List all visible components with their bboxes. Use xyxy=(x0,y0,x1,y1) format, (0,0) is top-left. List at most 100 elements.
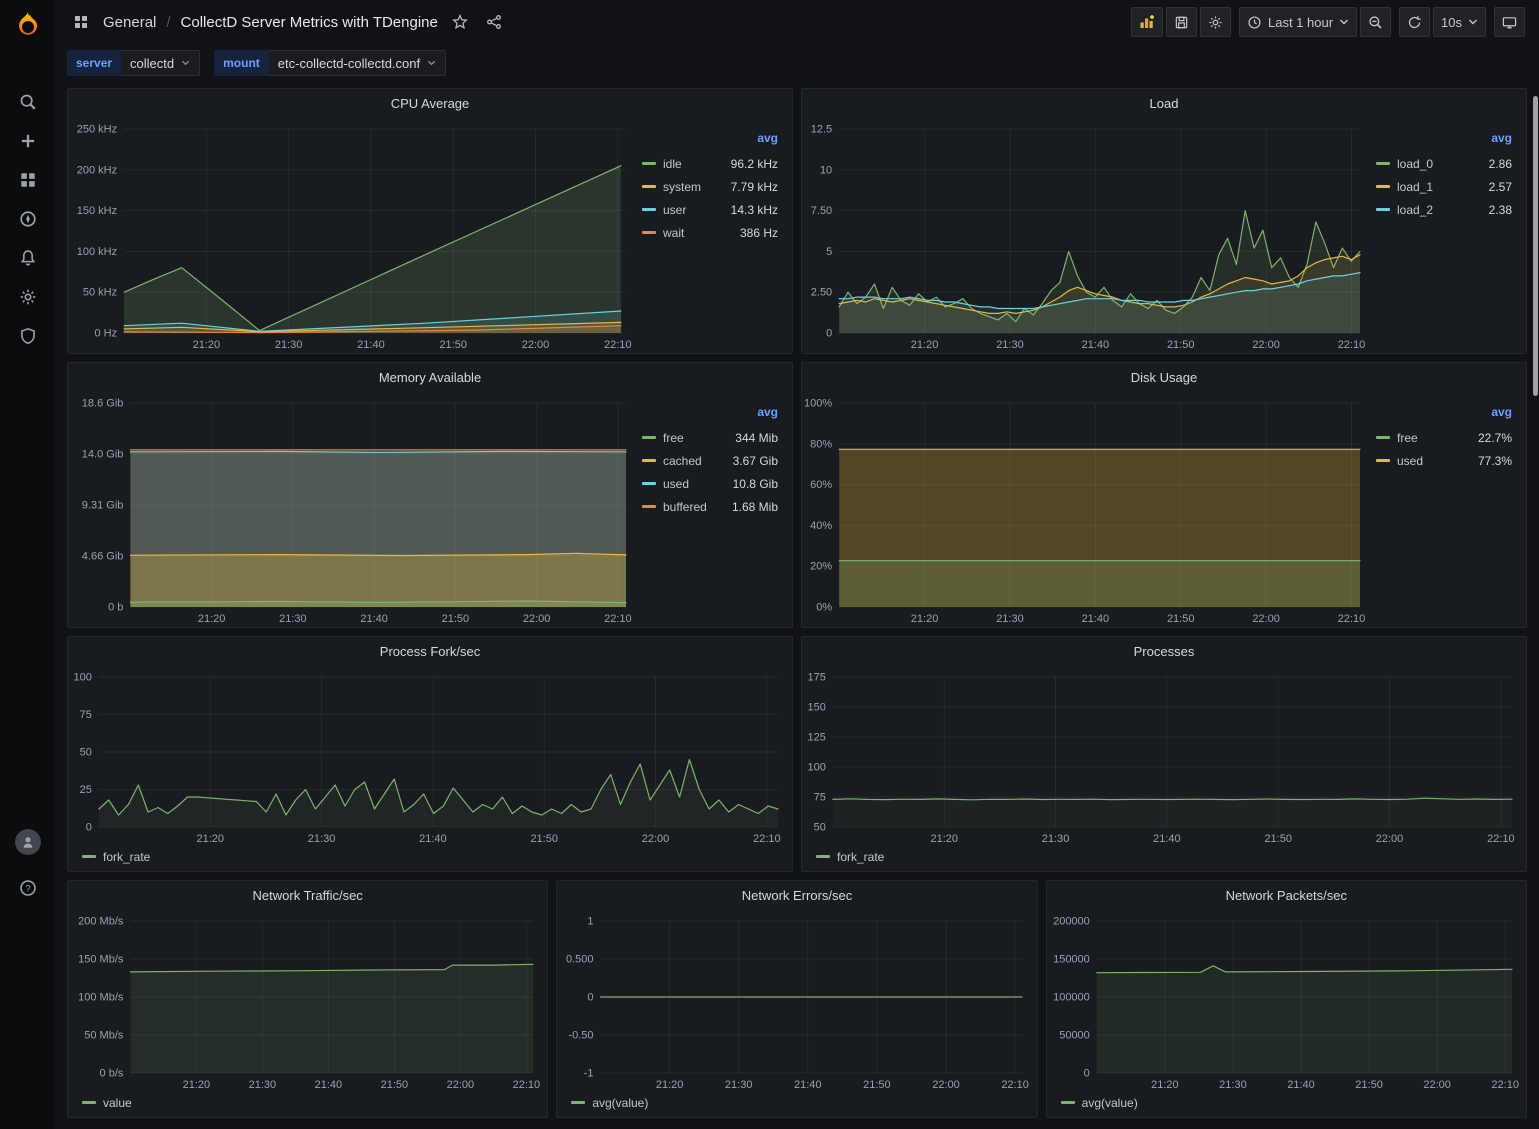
svg-text:22:10: 22:10 xyxy=(1487,833,1515,845)
svg-text:21:50: 21:50 xyxy=(381,1079,409,1091)
chart-network-traffic[interactable]: 0 b/s50 Mb/s100 Mb/s150 Mb/s200 Mb/s21:2… xyxy=(68,911,547,1093)
legend-item-free[interactable]: free344 Mib xyxy=(642,426,778,449)
legend-item-idle[interactable]: idle96.2 kHz xyxy=(642,152,778,175)
legend-swatch xyxy=(642,185,656,188)
share-button[interactable] xyxy=(482,10,506,34)
sidebar-item-dashboards[interactable] xyxy=(8,160,48,199)
legend-label: used xyxy=(1397,454,1423,468)
legend-item-fork_rate[interactable]: fork_rate xyxy=(816,850,884,864)
legend-item-user[interactable]: user14.3 kHz xyxy=(642,198,778,221)
legend-item-used[interactable]: used77.3% xyxy=(1376,449,1512,472)
sidebar-item-help[interactable]: ? xyxy=(8,868,48,907)
svg-text:125: 125 xyxy=(808,732,826,744)
chart-svg: 0%20%40%60%80%100%21:2021:3021:4021:5022… xyxy=(802,393,1374,627)
svg-text:150000: 150000 xyxy=(1053,954,1090,966)
svg-text:21:40: 21:40 xyxy=(1082,339,1110,351)
legend-label: idle xyxy=(663,157,682,171)
panel-header[interactable]: Processes xyxy=(802,637,1526,667)
chart-network-errors[interactable]: -1-0.5000.500121:2021:3021:4021:5022:002… xyxy=(557,911,1036,1093)
sidebar-item-server-admin[interactable] xyxy=(8,316,48,355)
chart-network-packets[interactable]: 05000010000015000020000021:2021:3021:402… xyxy=(1047,911,1526,1093)
svg-text:-0.50: -0.50 xyxy=(569,1030,594,1042)
panel-header[interactable]: CPU Average xyxy=(68,89,792,119)
svg-text:21:50: 21:50 xyxy=(1355,1079,1383,1091)
svg-text:0%: 0% xyxy=(816,602,832,614)
legend-item-load_1[interactable]: load_12.57 xyxy=(1376,175,1512,198)
panel-header[interactable]: Network Traffic/sec xyxy=(68,881,547,911)
legend-swatch xyxy=(82,855,96,858)
legend-item-used[interactable]: used10.8 Gib xyxy=(642,472,778,495)
cycle-view-mode-button[interactable] xyxy=(1494,7,1525,37)
legend-item-avg(value)[interactable]: avg(value) xyxy=(571,1096,648,1110)
legend-item-buffered[interactable]: buffered1.68 Mib xyxy=(642,495,778,518)
chart-svg: 02.5057.501012.521:2021:3021:4021:5022:0… xyxy=(802,119,1374,353)
chart-memory-available[interactable]: 0 b4.66 Gib9.31 Gib14.0 Gib18.6 Gib21:20… xyxy=(68,393,640,627)
scrollbar-thumb[interactable] xyxy=(1533,96,1538,396)
dashboard-settings-button[interactable] xyxy=(1200,7,1231,37)
add-panel-icon xyxy=(1139,14,1155,30)
chart-disk-usage[interactable]: 0%20%40%60%80%100%21:2021:3021:4021:5022… xyxy=(802,393,1374,627)
svg-text:1: 1 xyxy=(588,916,594,928)
star-button[interactable] xyxy=(448,10,472,34)
svg-text:0 Hz: 0 Hz xyxy=(94,328,117,340)
legend-label: fork_rate xyxy=(103,850,150,864)
variable-mount[interactable]: mount etc-collectd-collectd.conf xyxy=(214,50,446,76)
panel-header[interactable]: Network Errors/sec xyxy=(557,881,1036,911)
chart-load[interactable]: 02.5057.501012.521:2021:3021:4021:5022:0… xyxy=(802,119,1374,353)
svg-text:-1: -1 xyxy=(584,1068,594,1080)
user-avatar[interactable] xyxy=(15,829,41,855)
panel-header[interactable]: Memory Available xyxy=(68,363,792,393)
sidebar-item-configuration[interactable] xyxy=(8,277,48,316)
panel-process-fork: Process Fork/sec 025507510021:2021:3021:… xyxy=(67,636,793,872)
legend-item-fork_rate[interactable]: fork_rate xyxy=(82,850,150,864)
chart-cpu-average[interactable]: 0 Hz50 kHz100 kHz150 kHz200 kHz250 kHz21… xyxy=(68,119,640,353)
svg-text:50: 50 xyxy=(814,822,826,834)
legend-item-load_2[interactable]: load_22.38 xyxy=(1376,198,1512,221)
refresh-interval-picker[interactable]: 10s xyxy=(1433,7,1486,37)
variable-server[interactable]: server collectd xyxy=(67,50,200,76)
legend-item-wait[interactable]: wait386 Hz xyxy=(642,221,778,244)
legend-item-cached[interactable]: cached3.67 Gib xyxy=(642,449,778,472)
svg-text:21:20: 21:20 xyxy=(930,833,958,845)
chart-svg: 0 b4.66 Gib9.31 Gib14.0 Gib18.6 Gib21:20… xyxy=(68,393,640,627)
sidebar-item-search[interactable] xyxy=(8,82,48,121)
sidebar-item-create[interactable] xyxy=(8,121,48,160)
save-dashboard-button[interactable] xyxy=(1166,7,1197,37)
panel-header[interactable]: Process Fork/sec xyxy=(68,637,792,667)
svg-text:50 kHz: 50 kHz xyxy=(83,287,117,299)
chart-svg: 0 b/s50 Mb/s100 Mb/s150 Mb/s200 Mb/s21:2… xyxy=(68,911,547,1093)
legend-swatch xyxy=(1376,208,1390,211)
svg-text:21:50: 21:50 xyxy=(1167,613,1195,625)
settings-gear-icon xyxy=(1208,15,1223,30)
zoom-out-button[interactable] xyxy=(1360,7,1391,37)
panel-header[interactable]: Load xyxy=(802,89,1526,119)
legend-item-system[interactable]: system7.79 kHz xyxy=(642,175,778,198)
svg-text:21:40: 21:40 xyxy=(315,1079,343,1091)
panel-header[interactable]: Network Packets/sec xyxy=(1047,881,1526,911)
legend-label: free xyxy=(663,431,684,445)
svg-text:22:00: 22:00 xyxy=(522,339,550,351)
legend-item-value[interactable]: value xyxy=(82,1096,132,1110)
svg-text:250 kHz: 250 kHz xyxy=(77,124,117,136)
sidebar-item-alerting[interactable] xyxy=(8,238,48,277)
legend-item-avg(value)[interactable]: avg(value) xyxy=(1061,1096,1138,1110)
svg-text:21:40: 21:40 xyxy=(360,613,388,625)
breadcrumb-folder[interactable]: General xyxy=(103,14,156,31)
chart-processes[interactable]: 507510012515017521:2021:3021:4021:5022:0… xyxy=(802,667,1526,847)
grafana-logo[interactable] xyxy=(11,8,45,42)
legend-item-free[interactable]: free22.7% xyxy=(1376,426,1512,449)
chart-process-fork[interactable]: 025507510021:2021:3021:4021:5022:0022:10 xyxy=(68,667,792,847)
time-range-picker[interactable]: Last 1 hour xyxy=(1239,7,1357,37)
panel-header[interactable]: Disk Usage xyxy=(802,363,1526,393)
add-panel-button[interactable] xyxy=(1131,7,1163,37)
svg-text:12.5: 12.5 xyxy=(811,124,832,136)
svg-text:50: 50 xyxy=(80,747,92,759)
legend-swatch xyxy=(642,459,656,462)
svg-text:21:50: 21:50 xyxy=(863,1079,891,1091)
refresh-button[interactable] xyxy=(1399,7,1430,37)
legend-item-load_0[interactable]: load_02.86 xyxy=(1376,152,1512,175)
grafana-flame-icon xyxy=(13,10,43,40)
panel-load: Load 02.5057.501012.521:2021:3021:4021:5… xyxy=(801,88,1527,354)
sidebar-item-explore[interactable] xyxy=(8,199,48,238)
dashboard-title[interactable]: CollectD Server Metrics with TDengine xyxy=(181,14,438,31)
